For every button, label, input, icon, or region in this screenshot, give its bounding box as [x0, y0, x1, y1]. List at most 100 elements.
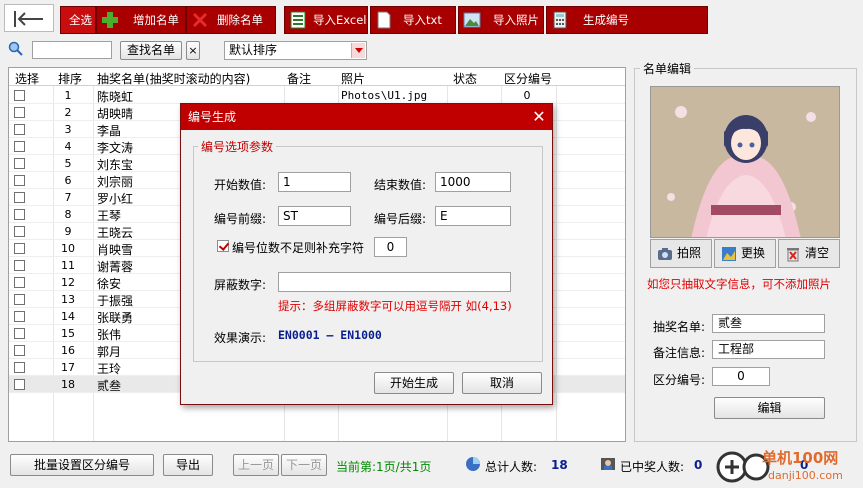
prev-page-button[interactable]: 上一页	[233, 454, 279, 476]
generate-number-button[interactable]: 生成编号	[546, 6, 708, 34]
header-region[interactable]: 区分编号	[504, 70, 552, 87]
pad-char-field[interactable]: 0	[374, 237, 407, 257]
row-name: 刘宗丽	[97, 175, 134, 189]
row-order: 8	[64, 208, 72, 221]
row-checkbox[interactable]	[14, 141, 25, 152]
batch-region-button[interactable]: 批量设置区分编号	[10, 454, 154, 476]
import-excel-button[interactable]: 导入Excel	[284, 6, 368, 34]
header-photo[interactable]: 照片	[341, 70, 365, 87]
lottery-name-field[interactable]: 贰叁	[712, 314, 825, 333]
row-order: 15	[61, 327, 75, 340]
pad-label: 编号位数不足则补充字符	[232, 241, 365, 255]
toolbar: 全选 增加名单 删除名单 导入Excel 导入txt 导入照片 生成编号	[0, 0, 863, 36]
next-page-button[interactable]: 下一页	[281, 454, 327, 476]
demo-value: EN0001 — EN1000	[278, 328, 382, 342]
close-icon[interactable]: ✕	[527, 105, 551, 129]
row-order: 16	[61, 344, 75, 357]
mask-field[interactable]	[278, 272, 511, 292]
clear-search-button[interactable]: ×	[186, 41, 200, 60]
sort-select[interactable]: 默认排序	[224, 41, 367, 60]
row-name: 罗小红	[97, 192, 134, 206]
row-name: 王玲	[97, 362, 122, 376]
row-name: 王琴	[97, 209, 122, 223]
find-list-button[interactable]: 查找名单	[120, 41, 182, 60]
select-all-button[interactable]: 全选	[60, 6, 96, 34]
suffix-field[interactable]: E	[435, 206, 511, 226]
row-order: 5	[64, 157, 72, 170]
row-checkbox[interactable]	[14, 294, 25, 305]
start-generate-button[interactable]: 开始生成	[374, 372, 454, 394]
dialog-title: 编号生成	[181, 104, 552, 130]
row-name: 肖映雪	[97, 243, 134, 257]
row-checkbox[interactable]	[14, 90, 25, 101]
edit-button[interactable]: 编辑	[714, 397, 825, 419]
txt-file-icon	[377, 11, 391, 29]
row-order: 3	[64, 123, 72, 136]
row-checkbox[interactable]	[14, 379, 25, 390]
region-label: 区分编号:	[653, 373, 706, 387]
row-region: 0	[523, 89, 531, 102]
header-status[interactable]: 状态	[453, 70, 477, 87]
take-photo-button[interactable]: 拍照	[650, 239, 712, 268]
trash-icon	[787, 248, 799, 262]
anime-girl-photo	[651, 87, 839, 237]
panel-title: 名单编辑	[640, 60, 695, 77]
row-checkbox[interactable]	[14, 328, 25, 339]
import-photo-button[interactable]: 导入照片	[458, 6, 544, 34]
row-checkbox[interactable]	[14, 362, 25, 373]
import-txt-button[interactable]: 导入txt	[370, 6, 456, 34]
header-remark[interactable]: 备注	[287, 70, 311, 87]
camera-icon	[658, 248, 672, 260]
pie-chart-icon	[466, 457, 480, 471]
clear-photo-button[interactable]: 清空	[778, 239, 840, 268]
row-name: 李晶	[97, 124, 122, 138]
header-order[interactable]: 排序	[58, 70, 82, 87]
row-name: 王晓云	[97, 226, 134, 240]
add-list-button[interactable]: 增加名单	[96, 6, 186, 34]
row-checkbox[interactable]	[14, 158, 25, 169]
row-checkbox[interactable]	[14, 226, 25, 237]
header-select[interactable]: 选择	[15, 70, 39, 87]
row-name: 张联勇	[97, 311, 134, 325]
table-header: 选择 排序 抽奖名单(抽奖时滚动的内容) 备注 照片 状态 区分编号	[9, 68, 625, 86]
winners-icon	[601, 458, 615, 470]
row-checkbox[interactable]	[14, 124, 25, 135]
row-checkbox[interactable]	[14, 345, 25, 356]
remark-field[interactable]: 工程部	[712, 340, 825, 359]
region-field[interactable]: 0	[712, 367, 770, 386]
row-checkbox[interactable]	[14, 107, 25, 118]
end-value-field[interactable]: 1000	[435, 172, 511, 192]
remark-label: 备注信息:	[653, 346, 706, 360]
back-arrow-icon	[14, 11, 43, 27]
row-order: 10	[61, 242, 75, 255]
row-order: 17	[61, 361, 75, 374]
watermark-logo: 单机100网 danji100.com	[712, 446, 863, 488]
row-checkbox[interactable]	[14, 243, 25, 254]
row-checkbox[interactable]	[14, 277, 25, 288]
row-checkbox[interactable]	[14, 260, 25, 271]
delete-list-button[interactable]: 删除名单	[186, 6, 276, 34]
total-label: 总计人数:	[485, 460, 538, 474]
cancel-button[interactable]: 取消	[462, 372, 542, 394]
row-order: 6	[64, 174, 72, 187]
replace-photo-button[interactable]: 更换	[714, 239, 776, 268]
row-order: 12	[61, 276, 75, 289]
pad-checkbox[interactable]	[217, 240, 229, 252]
row-checkbox[interactable]	[14, 175, 25, 186]
row-name: 徐安	[97, 277, 122, 291]
row-name: 刘东宝	[97, 158, 134, 172]
row-checkbox[interactable]	[14, 311, 25, 322]
export-button[interactable]: 导出	[163, 454, 213, 476]
header-name[interactable]: 抽奖名单(抽奖时滚动的内容)	[97, 70, 250, 87]
table-row[interactable]: 1 陈晓虹 Photos\U1.jpg 0	[9, 87, 625, 104]
row-order: 9	[64, 225, 72, 238]
search-input[interactable]	[32, 41, 112, 59]
row-order: 13	[61, 293, 75, 306]
end-label: 结束数值:	[374, 178, 427, 192]
row-checkbox[interactable]	[14, 192, 25, 203]
start-value-field[interactable]: 1	[278, 172, 351, 192]
row-order: 11	[61, 259, 75, 272]
prefix-field[interactable]: ST	[278, 206, 351, 226]
back-button[interactable]	[4, 4, 54, 32]
row-checkbox[interactable]	[14, 209, 25, 220]
